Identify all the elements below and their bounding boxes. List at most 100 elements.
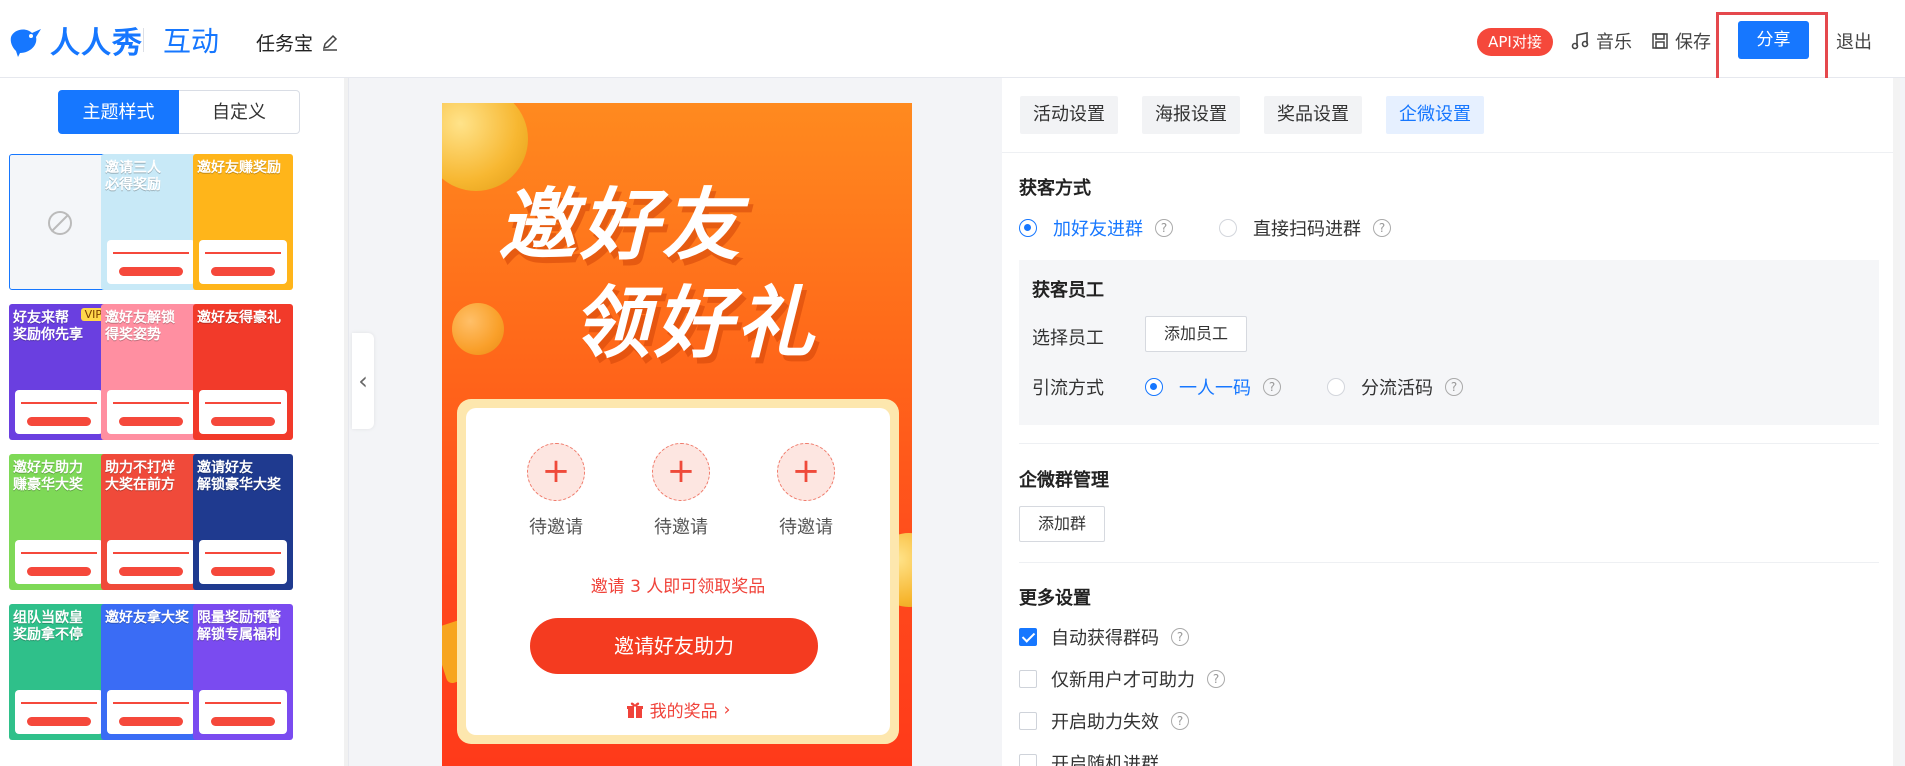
- section-divider: [1019, 443, 1879, 444]
- plus-icon: +: [777, 443, 835, 501]
- template-thumbnail[interactable]: 组队当欧皇 奖励拿不停: [9, 604, 109, 740]
- left-scrollbar[interactable]: [344, 78, 348, 766]
- template-button: [211, 417, 275, 426]
- add-group-button[interactable]: 添加群: [1019, 506, 1106, 542]
- invite-friends-button[interactable]: 邀请好友助力: [530, 618, 818, 674]
- tab-wecom-settings[interactable]: 企微设置: [1386, 96, 1484, 134]
- top-header: 人人秀 互动 任务宝 API对接 音乐 保存 分享 退出: [0, 0, 1905, 84]
- template-title: 邀请三人 必得奖励: [105, 160, 161, 193]
- template-panel: 主题样式 自定义 邀请三人 必得奖励 邀好友赚奖励 好友来帮 奖励你先享 VIP 邀好友…: [0, 78, 349, 766]
- option-new-users-only[interactable]: 仅新用户才可助力 ?: [1019, 666, 1225, 692]
- right-scrollbar[interactable]: [1893, 78, 1900, 766]
- template-progress-line: [21, 702, 97, 704]
- option-label: 开启随机进群: [1051, 754, 1159, 766]
- checkbox-random-group[interactable]: [1019, 754, 1037, 766]
- template-progress-line: [113, 552, 189, 554]
- tab-prize-settings[interactable]: 奖品设置: [1264, 96, 1362, 134]
- radio-split-code[interactable]: [1327, 378, 1345, 396]
- exit-button[interactable]: 退出: [1836, 28, 1872, 54]
- slot-label: 待邀请: [654, 517, 708, 538]
- slot-label: 待邀请: [529, 517, 583, 538]
- tab-poster-settings[interactable]: 海报设置: [1142, 96, 1240, 134]
- template-thumbnail[interactable]: 助力不打烊 大奖在前方: [101, 454, 201, 590]
- chevron-right-icon: ›: [723, 699, 731, 720]
- save-button[interactable]: 保存: [1651, 28, 1711, 54]
- template-button: [211, 267, 275, 276]
- template-card: [107, 540, 195, 584]
- template-title: 限量奖励预警 解锁专属福利: [197, 610, 281, 643]
- brand-logo[interactable]: 人人秀: [8, 18, 143, 62]
- checkbox-auto-group-code[interactable]: [1019, 628, 1037, 646]
- radio-scan-join-label[interactable]: 直接扫码进群: [1253, 215, 1361, 241]
- option-label: 自动获得群码: [1051, 628, 1159, 649]
- template-thumbnail[interactable]: 邀请三人 必得奖励: [101, 154, 201, 290]
- template-card: [15, 540, 103, 584]
- api-badge[interactable]: API对接: [1477, 28, 1553, 56]
- mobile-preview: 邀好友 领好礼 + 待邀请 + 待邀请 + 待邀请 邀请 3 人即可领取奖品 邀…: [442, 103, 912, 766]
- app-root: 人人秀 互动 任务宝 API对接 音乐 保存 分享 退出 主题样式 自定义 邀请…: [0, 0, 1905, 766]
- help-icon[interactable]: ?: [1171, 628, 1189, 646]
- staff-panel: 获客员工 选择员工 添加员工 引流方式 一人一码 ? 分流活码 ?: [1019, 260, 1879, 425]
- tabs-divider: [1002, 152, 1900, 153]
- collapse-panel-button[interactable]: ‹: [352, 333, 374, 429]
- checkbox-assist-invalid[interactable]: [1019, 712, 1037, 730]
- template-thumbnail[interactable]: 好友来帮 奖励你先享 VIP: [9, 304, 109, 440]
- template-thumbnail[interactable]: 邀好友得豪礼: [193, 304, 293, 440]
- group-management-title: 企微群管理: [1019, 470, 1109, 491]
- invite-card-inner: + 待邀请 + 待邀请 + 待邀请 邀请 3 人即可领取奖品 邀请好友助力 我的…: [466, 408, 890, 735]
- template-thumbnail[interactable]: 邀好友解锁 得奖姿势: [101, 304, 201, 440]
- my-prize-label: 我的奖品: [649, 702, 718, 722]
- radio-split-code-label[interactable]: 分流活码: [1361, 374, 1433, 400]
- template-thumbnail[interactable]: 邀好友赚奖励: [193, 154, 293, 290]
- template-button: [211, 567, 275, 576]
- radio-one-code-label[interactable]: 一人一码: [1179, 374, 1251, 400]
- select-staff-label: 选择员工: [1032, 328, 1104, 349]
- invite-slot[interactable]: + 待邀请: [641, 443, 721, 539]
- template-title: 邀好友赚奖励: [197, 160, 281, 176]
- tab-custom[interactable]: 自定义: [179, 90, 300, 134]
- activity-title[interactable]: 任务宝: [256, 29, 339, 56]
- template-button: [119, 717, 183, 726]
- flow-method-label: 引流方式: [1032, 378, 1104, 399]
- edit-icon[interactable]: [321, 34, 339, 52]
- help-icon[interactable]: ?: [1373, 219, 1391, 237]
- invite-slot[interactable]: + 待邀请: [516, 443, 596, 539]
- template-thumbnail[interactable]: 邀好友拿大奖: [101, 604, 201, 740]
- help-icon[interactable]: ?: [1171, 712, 1189, 730]
- invite-slot[interactable]: + 待邀请: [766, 443, 846, 539]
- settings-tabs: 活动设置 海报设置 奖品设置 企微设置: [1020, 96, 1484, 134]
- gift-icon: [626, 702, 643, 718]
- option-assist-invalid[interactable]: 开启助力失效 ?: [1019, 708, 1189, 734]
- bird-logo-icon: [10, 29, 41, 57]
- template-thumbnail[interactable]: 邀请好友 解锁豪华大奖: [193, 454, 293, 590]
- template-progress-line: [21, 402, 97, 404]
- radio-one-code-per-person[interactable]: [1145, 378, 1163, 396]
- radio-add-friend-label[interactable]: 加好友进群: [1053, 215, 1143, 241]
- share-button[interactable]: 分享: [1738, 21, 1809, 59]
- chevron-left-icon: ‹: [358, 367, 368, 395]
- template-thumbnail[interactable]: 邀好友助力 赚豪华大奖: [9, 454, 109, 590]
- template-title: 邀好友助力 赚豪华大奖: [13, 460, 83, 493]
- checkbox-new-users-only[interactable]: [1019, 670, 1037, 688]
- template-card: [199, 690, 287, 734]
- template-card: [107, 240, 195, 284]
- tab-theme-style[interactable]: 主题样式: [58, 90, 179, 134]
- help-icon[interactable]: ?: [1445, 378, 1463, 396]
- option-random-group[interactable]: 开启随机进群: [1019, 750, 1159, 766]
- more-settings-title: 更多设置: [1019, 588, 1091, 609]
- save-disk-icon: [1652, 33, 1668, 49]
- template-thumbnail[interactable]: 限量奖励预警 解锁专属福利: [193, 604, 293, 740]
- template-progress-line: [113, 702, 189, 704]
- help-icon[interactable]: ?: [1207, 670, 1225, 688]
- music-button[interactable]: 音乐: [1570, 28, 1632, 54]
- help-icon[interactable]: ?: [1155, 219, 1173, 237]
- template-thumbnail[interactable]: [9, 154, 109, 290]
- my-prize-link[interactable]: 我的奖品 ›: [466, 697, 890, 722]
- option-auto-group-code[interactable]: 自动获得群码 ?: [1019, 624, 1189, 650]
- help-icon[interactable]: ?: [1263, 378, 1281, 396]
- template-card: [15, 690, 103, 734]
- radio-add-friend[interactable]: [1019, 219, 1037, 237]
- radio-scan-join[interactable]: [1219, 219, 1237, 237]
- add-staff-button[interactable]: 添加员工: [1145, 316, 1248, 352]
- tab-activity-settings[interactable]: 活动设置: [1020, 96, 1118, 134]
